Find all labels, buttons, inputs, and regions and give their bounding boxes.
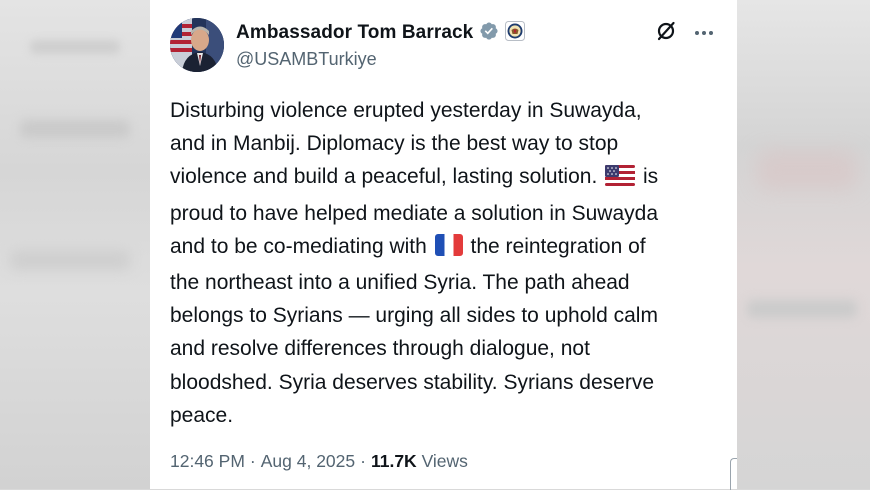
views-label: Views	[421, 451, 468, 471]
background-right	[737, 0, 870, 489]
author-row: Ambassador Tom Barrack	[236, 20, 526, 46]
post-text-line: and in Manbij. Diplomacy is the best way…	[170, 132, 619, 156]
post-card: Ambassador Tom Barrack @USAMBTurkiye Dis…	[150, 0, 737, 490]
post-text-line: bloodshed. Syria deserves stability. Syr…	[170, 370, 655, 394]
post-text-line: violence and build a peaceful, lasting s…	[170, 160, 720, 196]
blurred-shape	[10, 250, 130, 270]
avatar-image	[170, 18, 224, 72]
verified-badge-icon[interactable]	[479, 21, 499, 46]
post-text-line: Disturbing violence erupted yesterday in…	[170, 99, 642, 122]
background-left	[0, 0, 150, 489]
author-handle[interactable]: @USAMBTurkiye	[236, 49, 377, 70]
next-card-edge	[730, 458, 737, 490]
meta-separator: ·	[249, 451, 256, 471]
post-text-line: the northeast into a unified Syria. The …	[170, 271, 630, 295]
post-text-line: proud to have helped mediate a solution …	[170, 201, 659, 225]
meta-separator: ·	[360, 451, 366, 471]
post-actions-top	[655, 20, 713, 46]
post-text: Disturbing violence erupted yesterday in…	[170, 94, 720, 432]
post-time[interactable]: 12:46 PM	[170, 451, 245, 471]
grok-icon[interactable]	[655, 20, 677, 47]
views-count: 11.7K	[370, 451, 417, 471]
post-text-line: and resolve differences through dialogue…	[170, 337, 590, 361]
post-text-line: belongs to Syrians — urging all sides to…	[170, 304, 658, 328]
post-meta: 12:46 PM · Aug 4, 2025 · 11.7K Views	[170, 451, 468, 472]
blurred-shape	[747, 300, 857, 318]
post-text-line: and to be co-mediating with the reintegr…	[170, 230, 720, 266]
avatar[interactable]	[170, 18, 224, 72]
post-date[interactable]: Aug 4, 2025	[261, 451, 355, 471]
more-icon[interactable]	[695, 31, 713, 35]
us-flag-icon	[605, 163, 636, 196]
blurred-shape	[20, 120, 130, 138]
blurred-shape	[757, 150, 857, 190]
france-flag-icon	[434, 233, 463, 266]
author-name[interactable]: Ambassador Tom Barrack	[236, 22, 473, 44]
blurred-shape	[30, 40, 120, 54]
state-department-seal-icon[interactable]	[505, 20, 526, 46]
post-text-line: peace.	[170, 403, 234, 427]
